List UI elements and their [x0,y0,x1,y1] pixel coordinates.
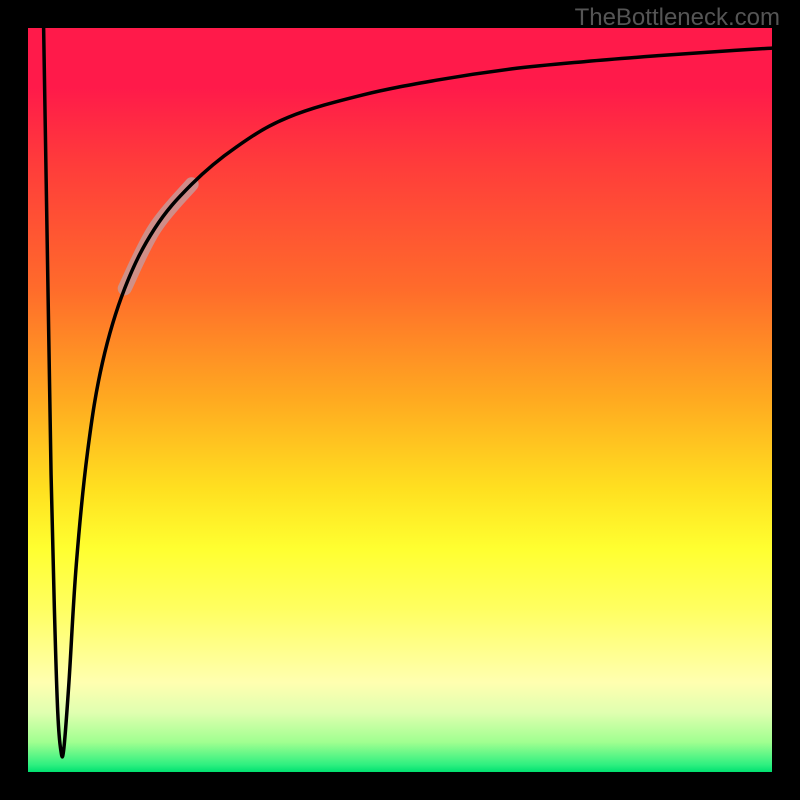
chart-plot-area [28,28,772,772]
bottleneck-curve [44,28,772,757]
curve-highlight-segment [125,184,192,288]
curve-svg [28,28,772,772]
watermark-text: TheBottleneck.com [575,4,780,32]
